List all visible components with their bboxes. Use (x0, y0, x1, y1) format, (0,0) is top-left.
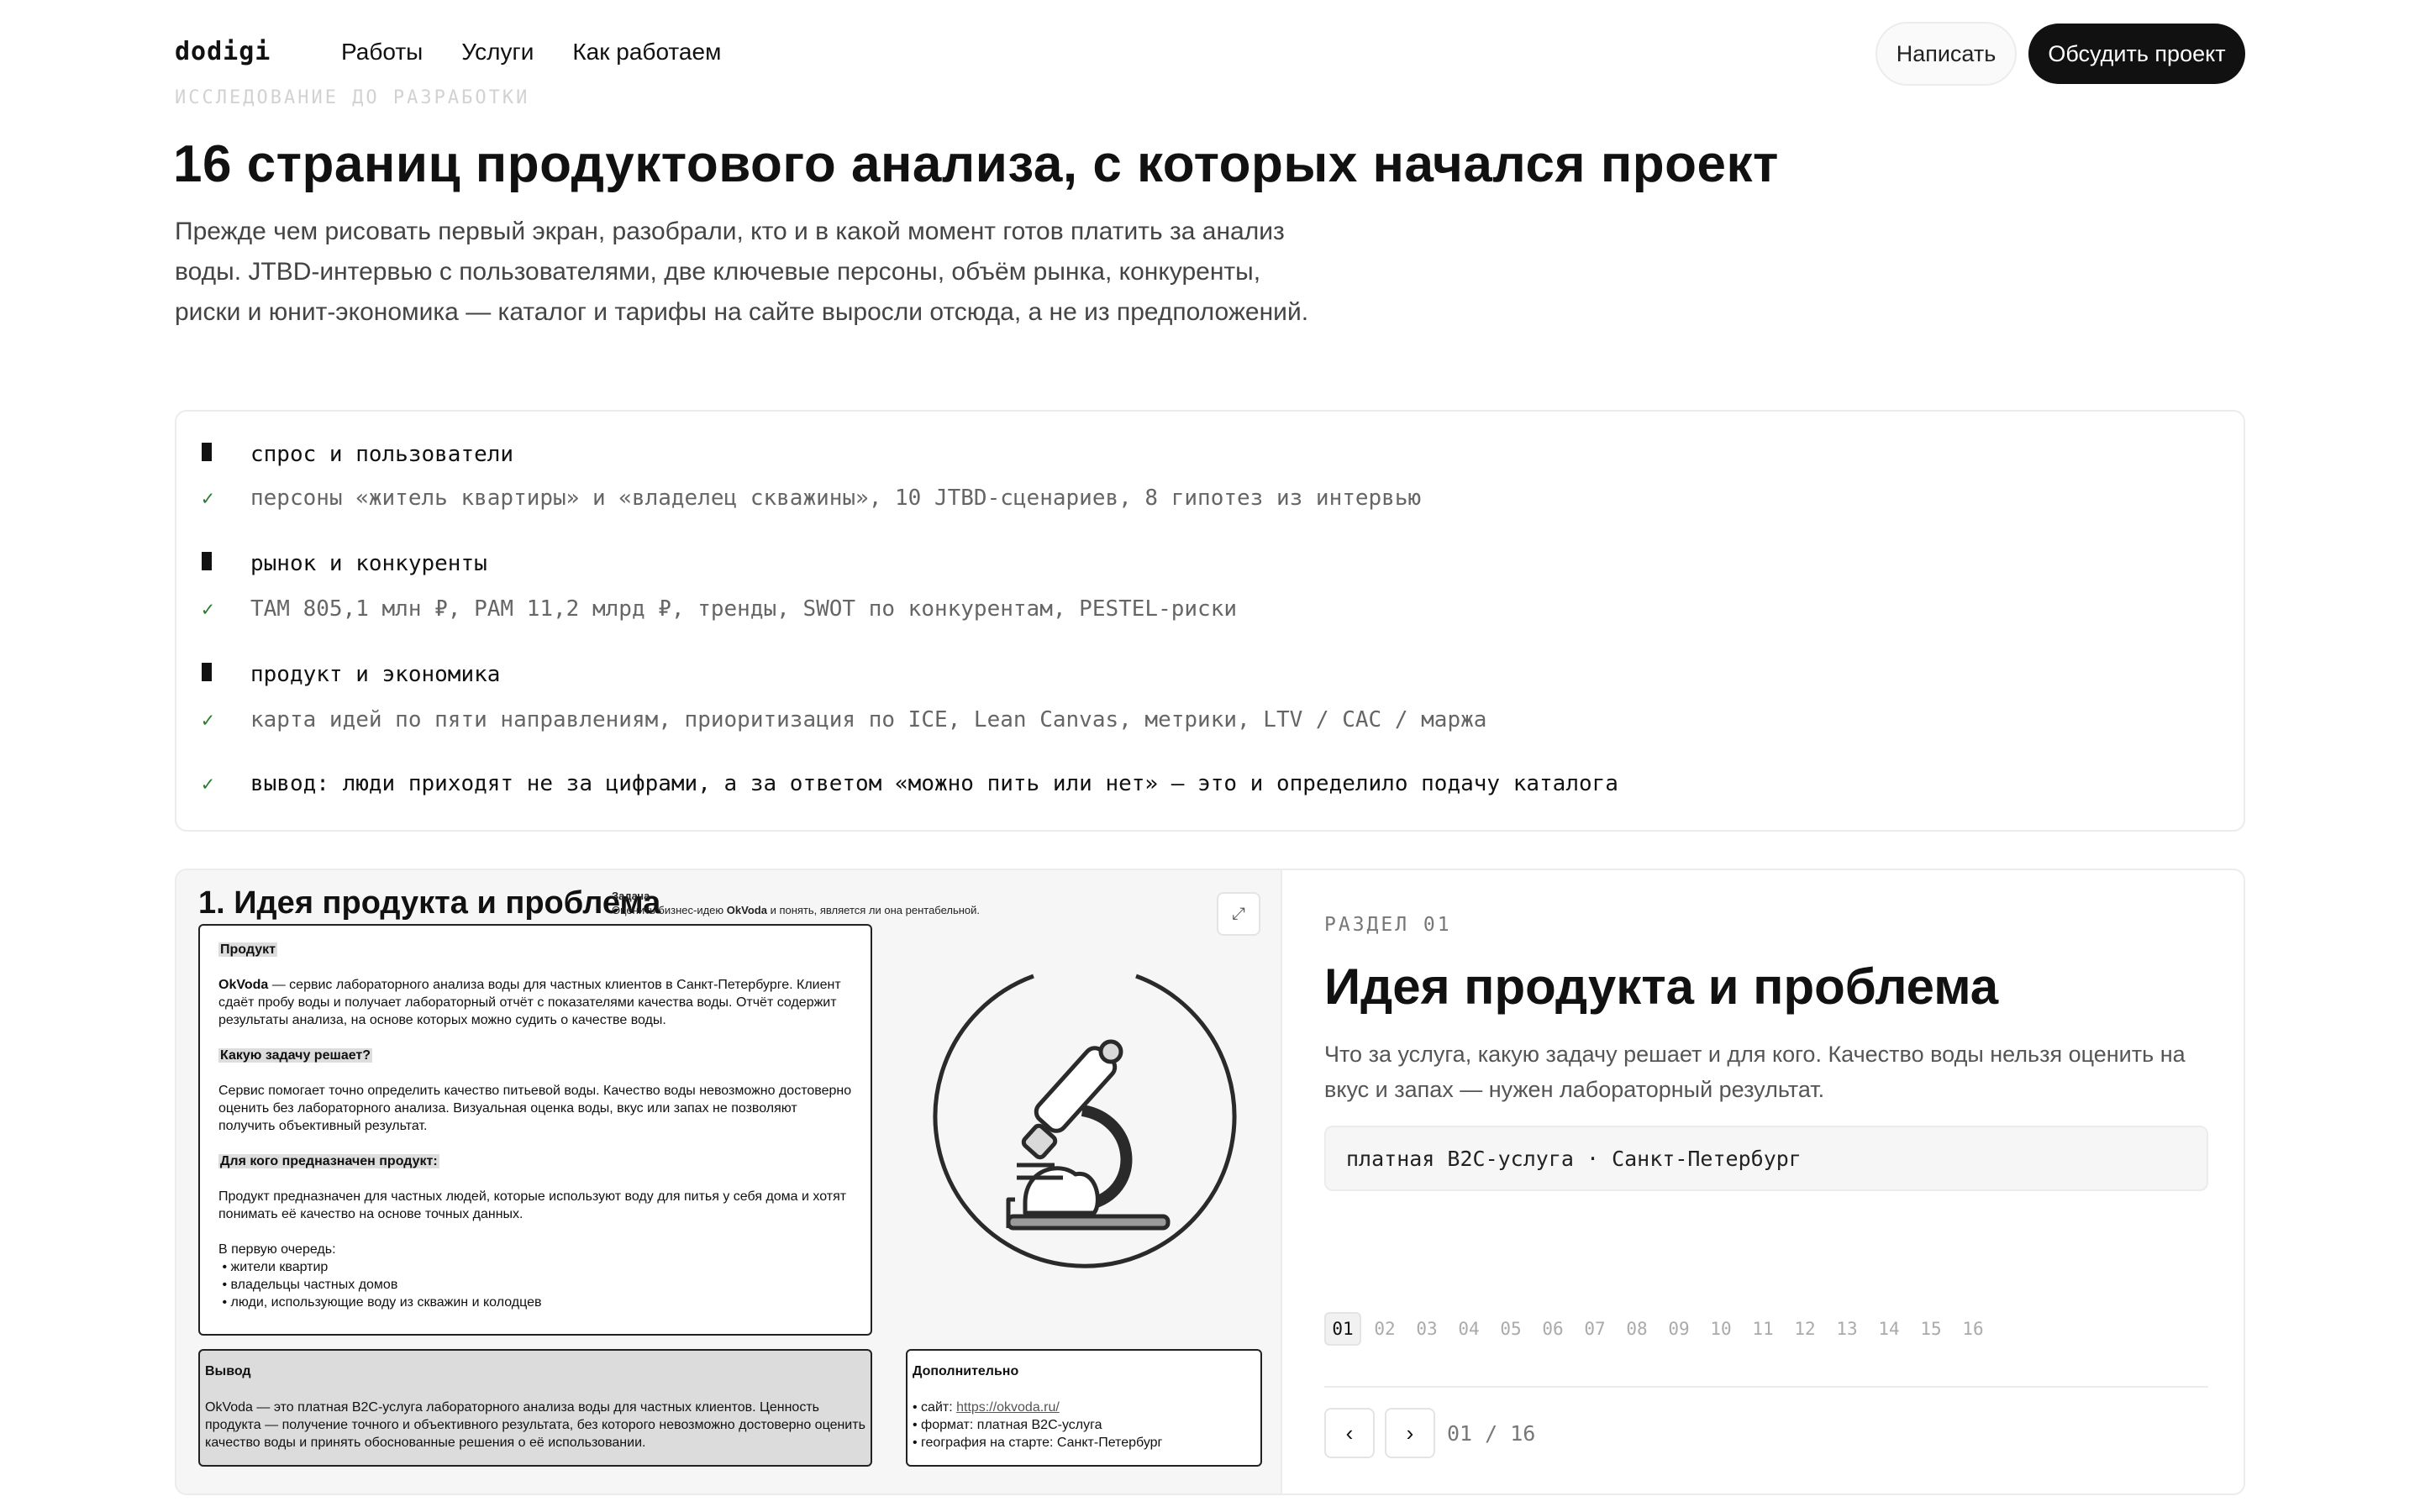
page-button-14[interactable]: 14 (1870, 1312, 1907, 1346)
page-button-01[interactable]: 01 (1324, 1312, 1361, 1346)
slide-title: 1. Идея продукта и проблема (198, 885, 661, 921)
nav-link-services[interactable]: Услуги (461, 39, 534, 66)
extra-site-link[interactable]: https://okvoda.ru/ (956, 1400, 1060, 1415)
write-button[interactable]: Написать (1876, 22, 2017, 86)
check-icon: ✓ (202, 486, 214, 510)
page-title: 16 страниц продуктового анализа, с котор… (173, 135, 1779, 193)
page-button-02[interactable]: 02 (1366, 1312, 1403, 1346)
expand-icon[interactable]: ⤢ (1217, 892, 1260, 936)
checklist-item-text: карта идей по пяти направлениям, приорит… (250, 707, 1487, 732)
check-icon: ✓ (202, 708, 214, 732)
extra-format: • формат: платная B2C-услуга (913, 1418, 1102, 1432)
microscope-icon (933, 974, 1237, 1268)
discuss-project-button[interactable]: Обсудить проект (2028, 24, 2245, 84)
divider (1324, 1386, 2208, 1388)
page-button-10[interactable]: 10 (1702, 1312, 1739, 1346)
conclusion-label: Вывод (205, 1364, 251, 1378)
check-icon: ✓ (202, 772, 214, 795)
checklist-item: ✓ TAM 805,1 млн ₽, PAM 11,2 млрд ₽, трен… (202, 596, 1237, 622)
section-title: Идея продукта и проблема (1324, 958, 1999, 1015)
checklist-group-head: спрос и пользователи (202, 442, 513, 467)
audience-answer: Продукт предназначен для частных людей, … (218, 1189, 847, 1221)
product-text: — сервис лабораторного анализа воды для … (218, 978, 841, 1027)
task-question: Какую задачу решает? (218, 1048, 373, 1063)
nav-link-works[interactable]: Работы (341, 39, 423, 66)
task-label: Задача (612, 890, 650, 902)
page-button-09[interactable]: 09 (1660, 1312, 1697, 1346)
square-bullet-icon (202, 552, 212, 570)
page-selector: 01 02 03 04 05 06 07 08 09 10 11 12 13 1… (1324, 1312, 1991, 1346)
checklist-conclusion: ✓ вывод: люди приходят не за цифрами, а … (202, 771, 1618, 796)
page-counter: 01 / 16 (1447, 1421, 1536, 1446)
next-page-button[interactable]: › (1385, 1408, 1435, 1458)
conclusion-body: OkVoda — это платная B2C-услуга лаборато… (205, 1400, 865, 1450)
product-panel: Продукт OkVoda — сервис лабораторного ан… (198, 924, 872, 1336)
page-button-08[interactable]: 08 (1618, 1312, 1655, 1346)
page-button-12[interactable]: 12 (1786, 1312, 1823, 1346)
page-button-15[interactable]: 15 (1912, 1312, 1949, 1346)
audience-question: Для кого предназначен продукт: (218, 1154, 439, 1168)
section-info: РАЗДЕЛ 01 Идея продукта и проблема Что з… (1324, 870, 2244, 1494)
logo[interactable]: dodigi (175, 37, 271, 66)
task-text: Оценить бизнес-идею (612, 904, 727, 916)
main-nav: Работы Услуги Как работаем (341, 39, 760, 66)
priority-item: жители квартир (230, 1260, 329, 1274)
page-button-04[interactable]: 04 (1450, 1312, 1487, 1346)
task-answer: Сервис помогает точно определить качеств… (218, 1084, 852, 1133)
product-label: Продукт (218, 942, 277, 957)
task-brand: OkVoda (726, 904, 767, 916)
checklist-head-text: рынок и конкуренты (250, 551, 487, 576)
priority-item: владельцы частных домов (230, 1278, 398, 1292)
checklist-item-text: персоны «житель квартиры» и «владелец ск… (250, 486, 1422, 511)
checklist-item-text: TAM 805,1 млн ₽, PAM 11,2 млрд ₽, тренды… (250, 596, 1237, 622)
task-text: и понять, является ли она рентабельной. (766, 904, 981, 916)
page-button-16[interactable]: 16 (1954, 1312, 1991, 1346)
page-button-06[interactable]: 06 (1534, 1312, 1571, 1346)
extra-geo: • география на старте: Санкт-Петербург (913, 1436, 1163, 1450)
section-label: РАЗДЕЛ 01 (1324, 914, 1452, 936)
square-bullet-icon (202, 663, 212, 681)
extra-site-prefix: • сайт: (913, 1400, 957, 1415)
section-description: Что за услуга, какую задачу решает и для… (1324, 1042, 2186, 1102)
slide-viewer: 1. Идея продукта и проблема Задача Оцени… (175, 869, 2245, 1495)
page-button-05[interactable]: 05 (1492, 1312, 1529, 1346)
research-checklist: спрос и пользователи ✓ персоны «житель к… (175, 410, 2245, 832)
checklist-item: ✓ карта идей по пяти направлениям, приор… (202, 707, 1486, 732)
slide-task: Задача Оценить бизнес-идею OkVoda и поня… (612, 889, 980, 917)
page-button-11[interactable]: 11 (1744, 1312, 1781, 1346)
conclusion-panel: Вывод OkVoda — это платная B2C-услуга ла… (198, 1349, 872, 1467)
section-tag: платная B2C-услуга · Санкт-Петербург (1324, 1126, 2208, 1191)
checklist-head-text: спрос и пользователи (250, 442, 514, 467)
section-eyebrow: ИССЛЕДОВАНИЕ ДО РАЗРАБОТКИ (175, 87, 530, 108)
lead-paragraph: Прежде чем рисовать первый экран, разобр… (175, 218, 1309, 326)
checklist-group-head: рынок и конкуренты (202, 551, 487, 576)
page-button-07[interactable]: 07 (1576, 1312, 1613, 1346)
checklist-head-text: продукт и экономика (250, 662, 501, 687)
checklist-item: ✓ персоны «житель квартиры» и «владелец … (202, 486, 1421, 511)
nav-link-process[interactable]: Как работаем (572, 39, 721, 66)
product-brand: OkVoda (218, 978, 269, 992)
check-icon: ✓ (202, 597, 214, 621)
slide-preview[interactable]: 1. Идея продукта и проблема Задача Оцени… (176, 870, 1282, 1494)
extra-label: Дополнительно (913, 1364, 1019, 1378)
checklist-group-head: продукт и экономика (202, 662, 500, 687)
prev-page-button[interactable]: ‹ (1324, 1408, 1375, 1458)
page-button-13[interactable]: 13 (1828, 1312, 1865, 1346)
priority-item: люди, использующие воду из скважин и кол… (230, 1295, 542, 1310)
extra-panel: Дополнительно • сайт: https://okvoda.ru/… (906, 1349, 1262, 1467)
priority-label: В первую очередь: (218, 1242, 336, 1257)
conclusion-text: вывод: люди приходят не за цифрами, а за… (250, 771, 1618, 796)
page-button-03[interactable]: 03 (1408, 1312, 1445, 1346)
square-bullet-icon (202, 443, 212, 461)
